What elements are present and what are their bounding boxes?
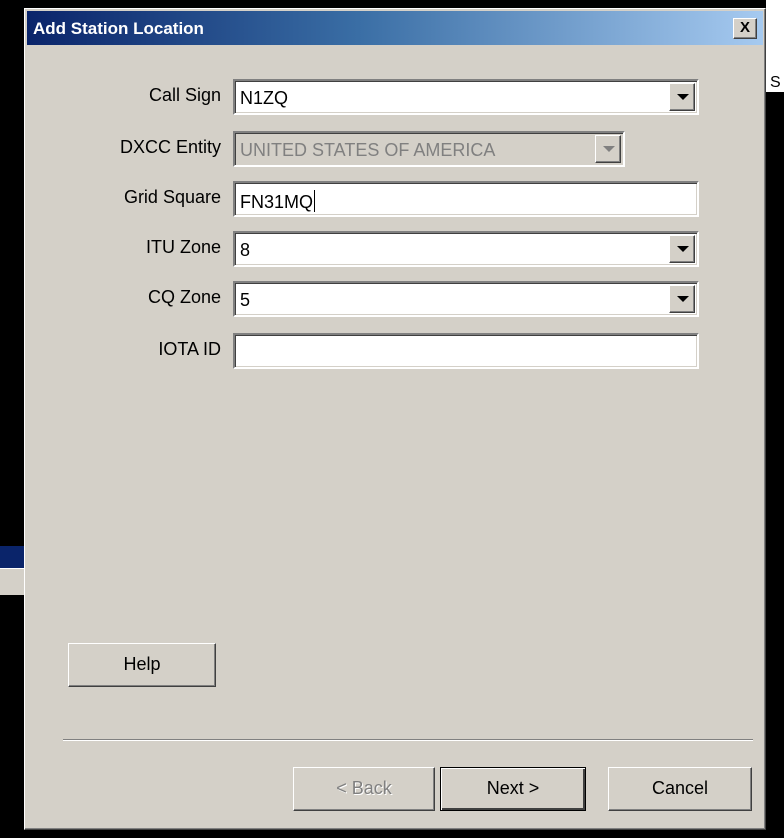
itu-zone-combobox[interactable]: 8 [233,231,699,267]
dxcc-entity-value: UNITED STATES OF AMERICA [240,140,496,160]
chevron-down-icon [603,146,615,152]
separator [63,739,753,741]
add-station-location-dialog: Add Station Location X Call Sign N1ZQ DX… [24,8,766,830]
title-bar[interactable]: Add Station Location X [27,11,763,45]
text-cursor [314,190,316,212]
cancel-button[interactable]: Cancel [608,767,752,811]
dxcc-entity-dropdown-button [595,135,621,163]
cq-zone-row: CQ Zone 5 [25,281,767,317]
chevron-down-icon [677,296,689,302]
grid-square-value: FN31MQ [240,192,314,212]
itu-zone-label: ITU Zone [145,237,221,257]
cq-zone-label: CQ Zone [147,287,221,307]
call-sign-row: Call Sign N1ZQ [25,79,767,115]
next-button[interactable]: Next > [440,767,586,811]
itu-zone-row: ITU Zone 8 [25,231,767,267]
help-button[interactable]: Help [68,643,216,687]
iota-id-row: IOTA ID [25,333,767,369]
background-right-strip [766,0,784,838]
close-button[interactable]: X [733,18,757,39]
itu-zone-value: 8 [240,240,251,260]
call-sign-combobox[interactable]: N1ZQ [233,79,699,115]
call-sign-value: N1ZQ [240,88,289,108]
iota-id-label: IOTA ID [158,339,221,359]
chevron-down-icon [677,246,689,252]
dxcc-entity-label: DXCC Entity [119,137,221,157]
grid-square-input[interactable]: FN31MQ [233,181,699,217]
close-icon: X [739,19,750,36]
back-button: < Back [293,767,435,811]
dxcc-entity-combobox: UNITED STATES OF AMERICA [233,131,625,167]
itu-zone-dropdown-button[interactable] [669,235,695,263]
grid-square-row: Grid Square FN31MQ [25,181,767,217]
background-right-text: S [770,74,781,91]
background-left-strip [0,0,24,838]
call-sign-dropdown-button[interactable] [669,83,695,111]
call-sign-label: Call Sign [148,85,221,105]
cq-zone-combobox[interactable]: 5 [233,281,699,317]
cq-zone-value: 5 [240,290,251,310]
iota-id-input[interactable] [233,333,699,369]
grid-square-label: Grid Square [123,187,221,207]
cq-zone-dropdown-button[interactable] [669,285,695,313]
chevron-down-icon [677,94,689,100]
window-title: Add Station Location [33,19,204,38]
dxcc-entity-row: DXCC Entity UNITED STATES OF AMERICA [25,131,767,167]
